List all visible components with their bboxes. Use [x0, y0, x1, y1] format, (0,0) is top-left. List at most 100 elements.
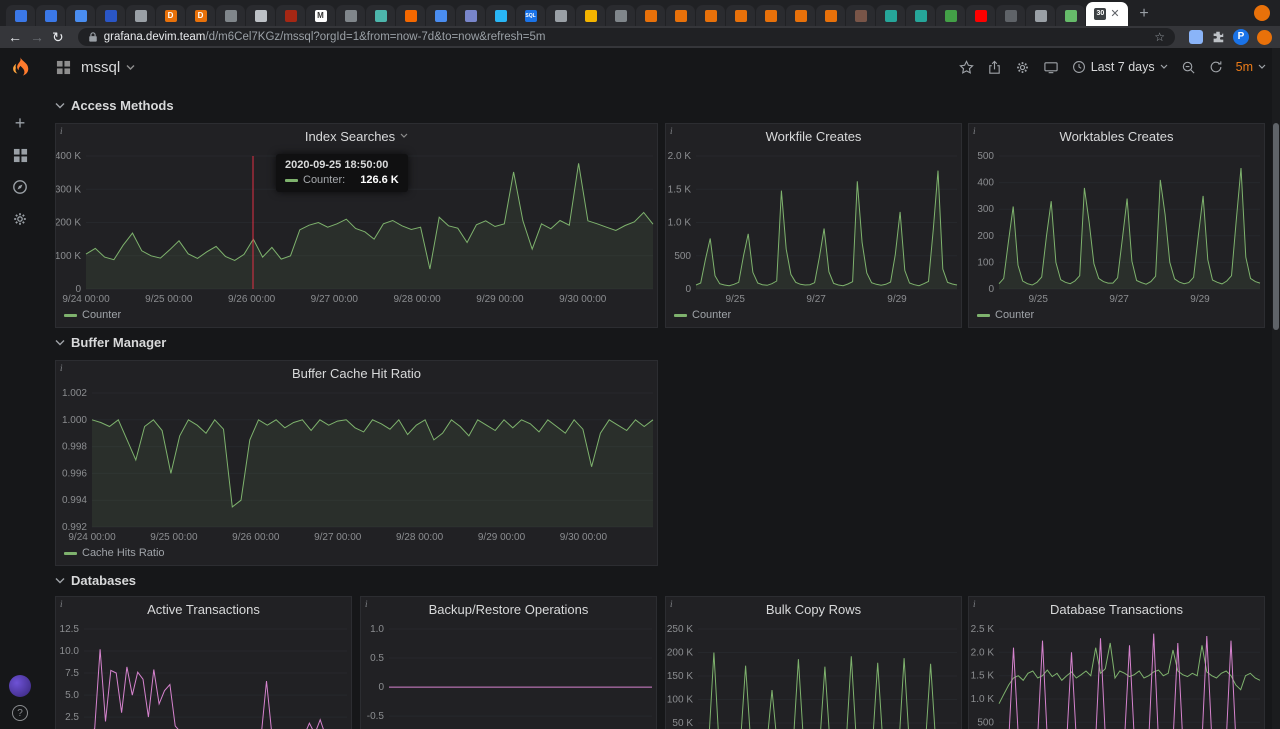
panel-title-bar[interactable]: i Workfile Creates	[666, 124, 961, 148]
cycle-view-icon[interactable]	[1043, 60, 1059, 75]
sidebar-create-icon[interactable]: +	[11, 114, 29, 132]
panel-title[interactable]: Backup/Restore Operations	[429, 602, 589, 617]
browser-tab[interactable]	[786, 5, 815, 26]
bulk-copy-rows-chart[interactable]: 250 K 200 K 150 K 100 K 50 K	[666, 621, 961, 729]
panel-title-bar[interactable]: i Index Searches	[56, 124, 657, 148]
panel-info-icon[interactable]: i	[670, 126, 673, 136]
panel-title[interactable]: Index Searches	[305, 129, 395, 144]
browser-tab[interactable]	[456, 5, 485, 26]
dashboard-title-caret-icon[interactable]	[126, 64, 135, 71]
panel-title[interactable]: Workfile Creates	[766, 129, 862, 144]
forward-icon[interactable]: →	[30, 30, 44, 44]
legend[interactable]: Cache Hits Ratio	[56, 545, 657, 561]
refresh-interval-picker[interactable]: 5m	[1236, 60, 1266, 74]
browser-tab[interactable]	[216, 5, 245, 26]
panel-info-icon[interactable]: i	[973, 599, 976, 609]
browser-tab[interactable]	[126, 5, 155, 26]
browser-tab[interactable]	[66, 5, 95, 26]
browser-tab[interactable]	[606, 5, 635, 26]
address-bar[interactable]: grafana.devim.team /d/m6Cel7KGz/mssql?or…	[77, 28, 1175, 46]
zoom-out-icon[interactable]	[1181, 60, 1196, 75]
panel-info-icon[interactable]: i	[670, 599, 673, 609]
browser-tab[interactable]	[666, 5, 695, 26]
reload-icon[interactable]: ↻	[52, 30, 64, 44]
browser-tab[interactable]	[726, 5, 755, 26]
browser-tab[interactable]	[846, 5, 875, 26]
panel-info-icon[interactable]: i	[60, 126, 63, 136]
time-range-picker[interactable]: Last 7 days	[1072, 60, 1168, 74]
refresh-icon[interactable]	[1209, 60, 1223, 74]
browser-tab[interactable]	[996, 5, 1025, 26]
browser-tab[interactable]	[1026, 5, 1055, 26]
browser-tab[interactable]: D	[186, 5, 215, 26]
help-icon[interactable]: ?	[12, 705, 28, 721]
browser-tab[interactable]	[486, 5, 515, 26]
panel-title-bar[interactable]: i Worktables Creates	[969, 124, 1264, 148]
back-icon[interactable]: ←	[8, 30, 22, 44]
legend[interactable]: Counter	[666, 307, 961, 323]
tab-close-icon[interactable]: ✕	[1110, 8, 1119, 20]
browser-tab[interactable]	[816, 5, 845, 26]
worktables-creates-chart[interactable]: 500 400 300 200 100 0 9/25 9/27 9/29	[969, 148, 1264, 307]
extensions-puzzle-icon[interactable]	[1211, 30, 1225, 44]
browser-tab[interactable]	[246, 5, 275, 26]
scrollbar-thumb[interactable]	[1273, 123, 1279, 330]
panel-info-icon[interactable]: i	[60, 599, 63, 609]
browser-menu-button[interactable]	[1257, 29, 1272, 45]
panel-title[interactable]: Database Transactions	[1050, 602, 1183, 617]
dashboard-title[interactable]: mssql	[81, 59, 120, 76]
row-header-access-methods[interactable]: Access Methods	[55, 98, 174, 113]
browser-tab[interactable]	[6, 5, 35, 26]
sidebar-explore-icon[interactable]	[11, 178, 29, 196]
browser-tab[interactable]: SQL	[516, 5, 545, 26]
page-scrollbar[interactable]	[1272, 48, 1280, 729]
user-avatar[interactable]	[9, 675, 31, 697]
star-dashboard-icon[interactable]	[958, 59, 974, 75]
panel-info-icon[interactable]: i	[365, 599, 368, 609]
browser-tab[interactable]	[366, 5, 395, 26]
panel-title-bar[interactable]: i Buffer Cache Hit Ratio	[56, 361, 657, 385]
new-tab-button[interactable]: +	[1134, 4, 1154, 24]
panel-info-icon[interactable]: i	[973, 126, 976, 136]
panel-title-bar[interactable]: i Backup/Restore Operations	[361, 597, 656, 621]
browser-tab[interactable]	[576, 5, 605, 26]
browser-tab[interactable]: D	[156, 5, 185, 26]
bookmark-star-icon[interactable]: ☆	[1154, 30, 1165, 44]
database-transactions-chart[interactable]: 2.5 K 2.0 K 1.5 K 1.0 K 500	[969, 621, 1264, 729]
chrome-update-badge[interactable]	[1254, 5, 1270, 21]
extension-icon[interactable]	[1189, 30, 1203, 44]
browser-tab-active[interactable]: 30 ✕	[1086, 2, 1128, 26]
browser-tab[interactable]	[636, 5, 665, 26]
browser-tab[interactable]	[36, 5, 65, 26]
dashboard-settings-icon[interactable]	[1015, 60, 1030, 75]
browser-tab[interactable]	[966, 5, 995, 26]
browser-tab[interactable]	[396, 5, 425, 26]
panel-title[interactable]: Bulk Copy Rows	[766, 602, 861, 617]
browser-tab[interactable]	[906, 5, 935, 26]
browser-tab[interactable]	[96, 5, 125, 26]
profile-avatar[interactable]: P	[1233, 29, 1249, 45]
browser-tab[interactable]	[696, 5, 725, 26]
browser-tab[interactable]	[756, 5, 785, 26]
browser-tab[interactable]	[936, 5, 965, 26]
legend[interactable]: Counter	[56, 307, 657, 323]
browser-tab[interactable]	[336, 5, 365, 26]
browser-tab[interactable]: M	[306, 5, 335, 26]
workfile-creates-chart[interactable]: 2.0 K 1.5 K 1.0 K 500 0 9/25 9/27 9/29	[666, 148, 961, 307]
panel-info-icon[interactable]: i	[60, 363, 63, 373]
sidebar-settings-icon[interactable]	[11, 210, 29, 228]
browser-tab[interactable]	[1056, 5, 1085, 26]
browser-tab[interactable]	[876, 5, 905, 26]
grafana-logo-icon[interactable]	[9, 56, 31, 80]
panel-title[interactable]: Active Transactions	[147, 602, 260, 617]
browser-tab[interactable]	[546, 5, 575, 26]
share-dashboard-icon[interactable]	[987, 60, 1002, 75]
panel-title[interactable]: Worktables Creates	[1060, 129, 1174, 144]
sidebar-dashboards-icon[interactable]	[11, 146, 29, 164]
row-header-databases[interactable]: Databases	[55, 573, 136, 588]
browser-tab[interactable]	[276, 5, 305, 26]
panel-title[interactable]: Buffer Cache Hit Ratio	[292, 366, 421, 381]
legend[interactable]: Counter	[969, 307, 1264, 323]
panel-title-bar[interactable]: i Active Transactions	[56, 597, 351, 621]
panel-title-bar[interactable]: i Bulk Copy Rows	[666, 597, 961, 621]
